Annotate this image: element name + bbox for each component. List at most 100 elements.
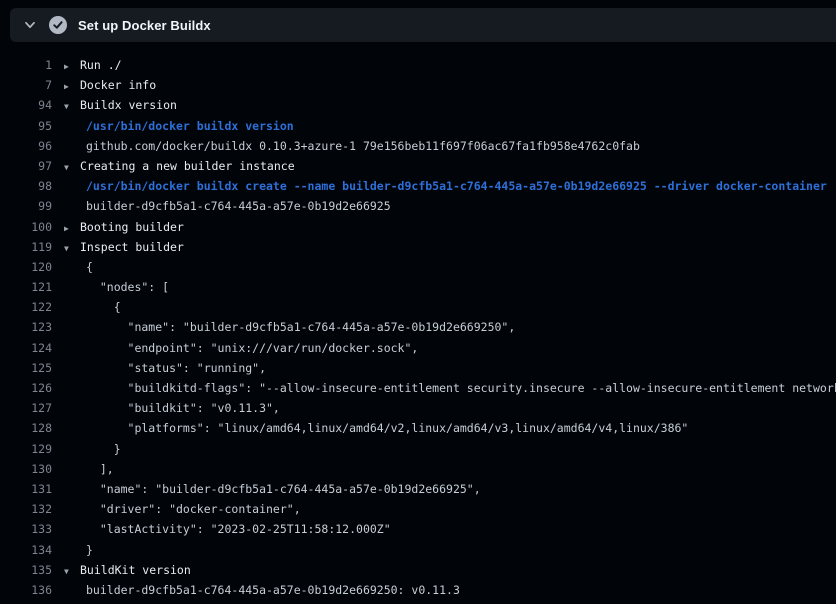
log-text: /usr/bin/docker buildx create --name bui… [86, 179, 827, 193]
log-line-content: } [64, 540, 93, 560]
log-line-content: "name": "builder-d9cfb5a1-c764-445a-a57e… [64, 317, 515, 337]
log-line: 122 { [0, 297, 836, 317]
log-viewer: 1▶Run ./7▶Docker info94▼Buildx version95… [0, 42, 836, 600]
log-line: 127 "buildkit": "v0.11.3", [0, 398, 836, 418]
line-number[interactable]: 132 [0, 499, 52, 519]
log-line-content: "buildkit": "v0.11.3", [64, 398, 280, 418]
line-number[interactable]: 99 [0, 196, 52, 216]
line-number[interactable]: 128 [0, 418, 52, 438]
line-number[interactable]: 129 [0, 439, 52, 459]
log-line-content: "driver": "docker-container", [64, 499, 301, 519]
group-arrow-expanded-icon: ▼ [64, 562, 80, 580]
log-line-content: builder-d9cfb5a1-c764-445a-a57e-0b19d2e6… [64, 580, 460, 600]
log-line: 133 "lastActivity": "2023-02-25T11:58:12… [0, 519, 836, 539]
log-text: Creating a new builder instance [80, 159, 295, 173]
step-header[interactable]: Set up Docker Buildx [10, 8, 836, 42]
log-line-content: "endpoint": "unix:///var/run/docker.sock… [64, 338, 418, 358]
log-text: builder-d9cfb5a1-c764-445a-a57e-0b19d2e6… [86, 583, 460, 597]
line-number[interactable]: 1 [0, 55, 52, 75]
line-number[interactable]: 126 [0, 378, 52, 398]
line-number[interactable]: 121 [0, 277, 52, 297]
log-line-content: ▶Booting builder [64, 217, 184, 237]
log-line-content: "platforms": "linux/amd64,linux/amd64/v2… [64, 418, 688, 438]
log-line-content: "name": "builder-d9cfb5a1-c764-445a-a57e… [64, 479, 481, 499]
log-text: } [86, 543, 93, 557]
line-number[interactable]: 123 [0, 317, 52, 337]
line-number[interactable]: 100 [0, 217, 52, 237]
log-line-content: ], [64, 459, 114, 479]
line-number[interactable]: 119 [0, 237, 52, 257]
log-line: 128 "platforms": "linux/amd64,linux/amd6… [0, 418, 836, 438]
log-line[interactable]: 7 ▶Docker info [0, 75, 836, 95]
log-text: ], [86, 462, 114, 476]
log-line-content: builder-d9cfb5a1-c764-445a-a57e-0b19d2e6… [64, 196, 391, 216]
log-line-content: } [64, 439, 121, 459]
log-line: 136 builder-d9cfb5a1-c764-445a-a57e-0b19d… [0, 580, 836, 600]
log-line-content: "lastActivity": "2023-02-25T11:58:12.000… [64, 519, 391, 539]
line-number[interactable]: 133 [0, 519, 52, 539]
log-text: "status": "running", [86, 361, 266, 375]
log-line: 95/usr/bin/docker buildx version [0, 116, 836, 136]
line-number[interactable]: 96 [0, 136, 52, 156]
line-number[interactable]: 95 [0, 116, 52, 136]
log-line: 126 "buildkitd-flags": "--allow-insecure… [0, 378, 836, 398]
log-text: Docker info [80, 78, 156, 92]
log-text: "nodes": [ [86, 280, 169, 294]
line-number[interactable]: 7 [0, 75, 52, 95]
log-line-content: ▼Inspect builder [64, 237, 184, 257]
log-line: 124 "endpoint": "unix:///var/run/docker.… [0, 338, 836, 358]
group-arrow-collapsed-icon: ▶ [64, 219, 80, 237]
line-number[interactable]: 120 [0, 257, 52, 277]
log-line-content: { [64, 297, 121, 317]
log-line: 123 "name": "builder-d9cfb5a1-c764-445a-… [0, 317, 836, 337]
log-line[interactable]: 135 ▼BuildKit version [0, 560, 836, 580]
log-line: 98/usr/bin/docker buildx create --name b… [0, 176, 836, 196]
line-number[interactable]: 135 [0, 560, 52, 580]
log-line: 121 "nodes": [ [0, 277, 836, 297]
log-line: 132 "driver": "docker-container", [0, 499, 836, 519]
log-line: 120 { [0, 257, 836, 277]
line-number[interactable]: 130 [0, 459, 52, 479]
line-number[interactable]: 94 [0, 95, 52, 115]
log-line-content: ▶Run ./ [64, 55, 122, 75]
line-number[interactable]: 134 [0, 540, 52, 560]
group-arrow-expanded-icon: ▼ [64, 158, 80, 176]
line-number[interactable]: 131 [0, 479, 52, 499]
log-line-content: { [64, 257, 93, 277]
log-line-content: github.com/docker/buildx 0.10.3+azure-1 … [64, 136, 640, 156]
log-line[interactable]: 1 ▶Run ./ [0, 55, 836, 75]
log-line: 131 "name": "builder-d9cfb5a1-c764-445a-… [0, 479, 836, 499]
group-arrow-expanded-icon: ▼ [64, 239, 80, 257]
line-number[interactable]: 125 [0, 358, 52, 378]
chevron-down-icon[interactable] [22, 17, 38, 33]
check-circle-icon [49, 16, 67, 34]
log-line[interactable]: 100 ▶Booting builder [0, 217, 836, 237]
log-text: Run ./ [80, 58, 122, 72]
log-line-content: /usr/bin/docker buildx create --name bui… [64, 176, 827, 196]
group-arrow-collapsed-icon: ▶ [64, 57, 80, 75]
line-number[interactable]: 136 [0, 580, 52, 600]
log-line-content: ▼Buildx version [64, 95, 177, 115]
log-text: { [86, 260, 93, 274]
log-line: 96 github.com/docker/buildx 0.10.3+azure-… [0, 136, 836, 156]
log-text: "buildkitd-flags": "--allow-insecure-ent… [86, 381, 836, 395]
log-line-content: /usr/bin/docker buildx version [64, 116, 294, 136]
log-line-content: ▶Docker info [64, 75, 156, 95]
line-number[interactable]: 122 [0, 297, 52, 317]
log-text: "buildkit": "v0.11.3", [86, 401, 280, 415]
log-line: 99 builder-d9cfb5a1-c764-445a-a57e-0b19d2… [0, 196, 836, 216]
line-number[interactable]: 127 [0, 398, 52, 418]
log-text: /usr/bin/docker buildx version [86, 119, 294, 133]
line-number[interactable]: 97 [0, 156, 52, 176]
log-line-content: "nodes": [ [64, 277, 169, 297]
log-line[interactable]: 97 ▼Creating a new builder instance [0, 156, 836, 176]
log-text: BuildKit version [80, 563, 191, 577]
line-number[interactable]: 124 [0, 338, 52, 358]
line-number[interactable]: 98 [0, 176, 52, 196]
log-line[interactable]: 119 ▼Inspect builder [0, 237, 836, 257]
group-arrow-expanded-icon: ▼ [64, 97, 80, 115]
step-title: Set up Docker Buildx [78, 18, 211, 33]
log-line-content: "status": "running", [64, 358, 266, 378]
log-text: Booting builder [80, 220, 184, 234]
log-line[interactable]: 94 ▼Buildx version [0, 95, 836, 115]
